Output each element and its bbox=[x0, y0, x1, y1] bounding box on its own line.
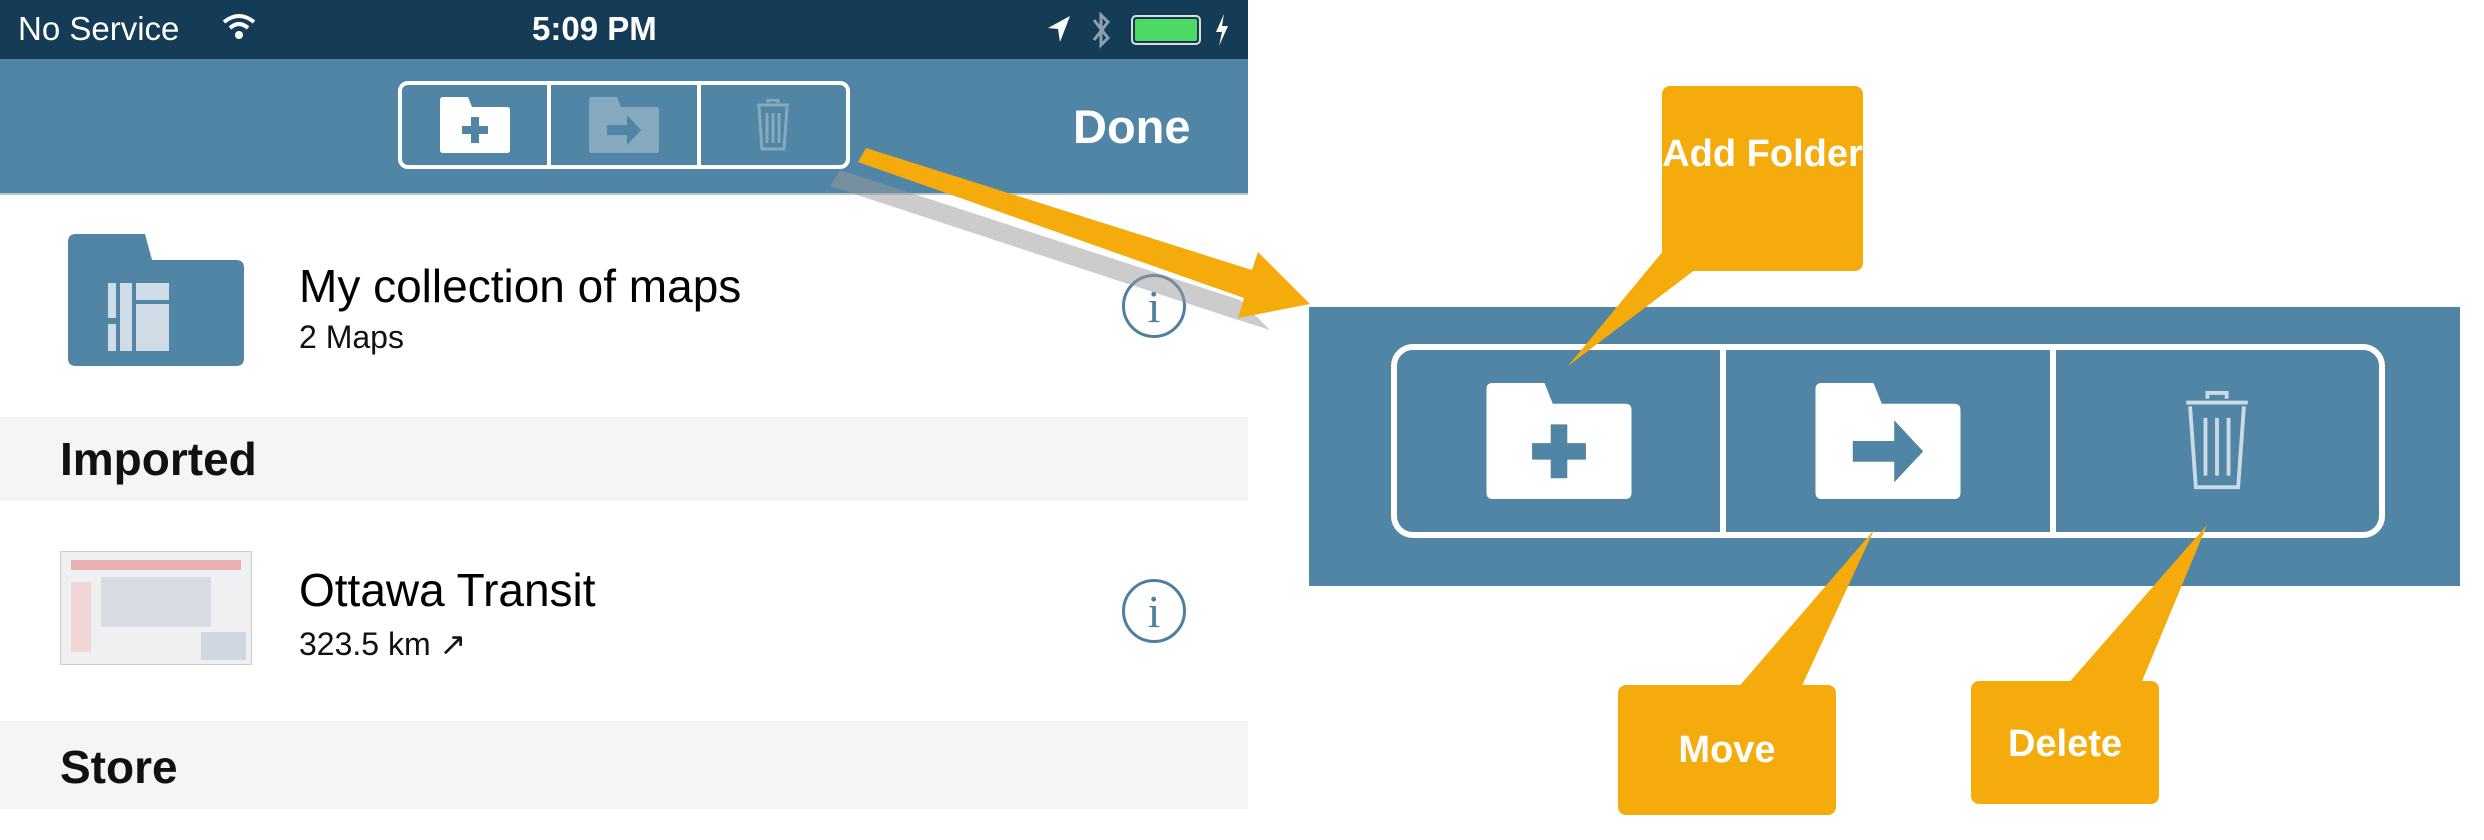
callout-add-folder bbox=[1568, 86, 1863, 366]
callout-add-folder-label: Add Folder bbox=[1662, 133, 1863, 175]
callout-move bbox=[1618, 530, 1874, 815]
callout-delete-label: Delete bbox=[2007, 723, 2123, 765]
callout-shapes bbox=[1568, 86, 2207, 815]
callout-move-label: Move bbox=[1678, 729, 1776, 771]
